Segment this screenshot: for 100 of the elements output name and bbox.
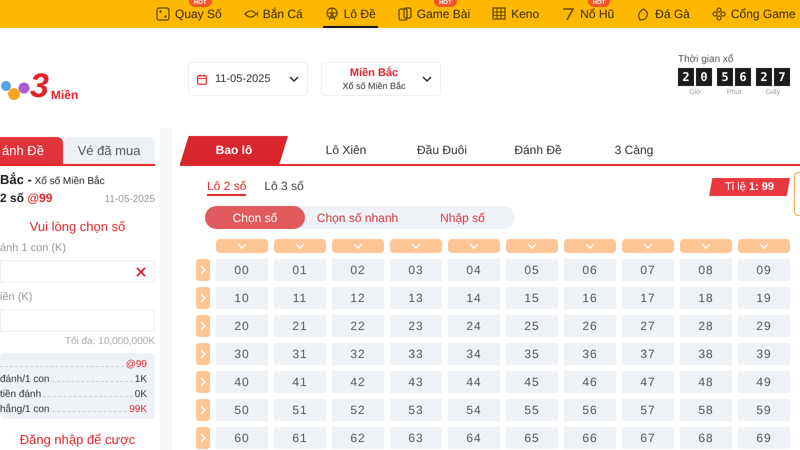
number-cell[interactable]: 09 (738, 259, 790, 281)
number-cell[interactable]: 12 (332, 287, 384, 309)
number-cell[interactable]: 18 (680, 287, 732, 309)
column-select-button[interactable] (680, 239, 732, 253)
number-cell[interactable]: 20 (216, 315, 268, 337)
number-cell[interactable]: 50 (216, 399, 268, 421)
number-cell[interactable]: 35 (506, 343, 558, 365)
number-cell[interactable]: 31 (274, 343, 326, 365)
number-cell[interactable]: 03 (390, 259, 442, 281)
game-tab[interactable]: Đánh Đề (490, 136, 586, 164)
number-cell[interactable]: 55 (506, 399, 558, 421)
number-cell[interactable]: 05 (506, 259, 558, 281)
game-tab[interactable]: Bao lô (180, 136, 288, 164)
number-cell[interactable]: 61 (274, 427, 326, 449)
nav-tab[interactable]: Đá Gà (634, 0, 692, 28)
column-select-button[interactable] (564, 239, 616, 253)
number-cell[interactable]: 48 (680, 371, 732, 393)
number-cell[interactable]: 40 (216, 371, 268, 393)
game-tab[interactable]: 3 Càng (586, 136, 682, 164)
number-cell[interactable]: 69 (738, 427, 790, 449)
clear-icon[interactable] (136, 266, 146, 276)
number-cell[interactable]: 47 (622, 371, 674, 393)
number-cell[interactable]: 57 (622, 399, 674, 421)
number-cell[interactable]: 51 (274, 399, 326, 421)
date-picker[interactable]: 11-05-2025 (188, 62, 308, 96)
number-cell[interactable]: 07 (622, 259, 674, 281)
number-cell[interactable]: 53 (390, 399, 442, 421)
number-cell[interactable]: 66 (564, 427, 616, 449)
number-cell[interactable]: 06 (564, 259, 616, 281)
number-cell[interactable]: 21 (274, 315, 326, 337)
number-cell[interactable]: 59 (738, 399, 790, 421)
number-cell[interactable]: 26 (564, 315, 616, 337)
number-cell[interactable]: 56 (564, 399, 616, 421)
row-select-button[interactable] (196, 315, 210, 337)
mode-option[interactable]: Chọn số (205, 206, 305, 229)
sub-tab[interactable]: Lô 3 số (264, 178, 304, 196)
login-link[interactable]: Đăng nhập để cược (0, 431, 155, 448)
column-select-button[interactable] (506, 239, 558, 253)
number-cell[interactable]: 46 (564, 371, 616, 393)
number-cell[interactable]: 15 (506, 287, 558, 309)
number-cell[interactable]: 24 (448, 315, 500, 337)
number-cell[interactable]: 04 (448, 259, 500, 281)
number-cell[interactable]: 01 (274, 259, 326, 281)
number-cell[interactable]: 34 (448, 343, 500, 365)
column-select-button[interactable] (332, 239, 384, 253)
row-select-button[interactable] (196, 343, 210, 365)
number-cell[interactable]: 11 (274, 287, 326, 309)
region-picker[interactable]: Miền Bắc Xổ số Miền Bắc (321, 62, 441, 96)
number-cell[interactable]: 58 (680, 399, 732, 421)
number-cell[interactable]: 27 (622, 315, 674, 337)
number-cell[interactable]: 60 (216, 427, 268, 449)
number-cell[interactable]: 25 (506, 315, 558, 337)
number-cell[interactable]: 65 (506, 427, 558, 449)
row-select-button[interactable] (196, 259, 210, 281)
mode-option[interactable]: Nhập số (410, 206, 515, 229)
number-cell[interactable]: 37 (622, 343, 674, 365)
number-cell[interactable]: 19 (738, 287, 790, 309)
number-cell[interactable]: 64 (448, 427, 500, 449)
row-select-button[interactable] (196, 427, 210, 449)
column-select-button[interactable] (622, 239, 674, 253)
number-cell[interactable]: 30 (216, 343, 268, 365)
number-cell[interactable]: 54 (448, 399, 500, 421)
number-cell[interactable]: 00 (216, 259, 268, 281)
number-cell[interactable]: 36 (564, 343, 616, 365)
number-cell[interactable]: 42 (332, 371, 384, 393)
number-cell[interactable]: 23 (390, 315, 442, 337)
number-cell[interactable]: 68 (680, 427, 732, 449)
number-cell[interactable]: 22 (332, 315, 384, 337)
mode-option[interactable]: Chọn số nhanh (305, 206, 410, 229)
slip-tab[interactable]: Vé đã mua (63, 137, 155, 164)
number-cell[interactable]: 29 (738, 315, 790, 337)
game-tab[interactable]: Đầu Đuôi (394, 136, 490, 164)
number-cell[interactable]: 14 (448, 287, 500, 309)
nav-tab[interactable]: Cổng Game (710, 0, 798, 28)
number-cell[interactable]: 62 (332, 427, 384, 449)
number-cell[interactable]: 16 (564, 287, 616, 309)
number-cell[interactable]: 10 (216, 287, 268, 309)
number-cell[interactable]: 17 (622, 287, 674, 309)
game-tab[interactable]: Lô Xiên (298, 136, 394, 164)
number-cell[interactable]: 52 (332, 399, 384, 421)
number-cell[interactable]: 38 (680, 343, 732, 365)
nav-tab[interactable]: Bắn Cá (242, 0, 305, 28)
number-cell[interactable]: 28 (680, 315, 732, 337)
number-cell[interactable]: 41 (274, 371, 326, 393)
column-select-button[interactable] (390, 239, 442, 253)
column-select-button[interactable] (216, 239, 268, 253)
column-select-button[interactable] (274, 239, 326, 253)
number-cell[interactable]: 02 (332, 259, 384, 281)
sub-tab[interactable]: Lô 2 số (207, 178, 246, 196)
number-cell[interactable]: 63 (390, 427, 442, 449)
column-select-button[interactable] (448, 239, 500, 253)
number-cell[interactable]: 45 (506, 371, 558, 393)
number-cell[interactable]: 32 (332, 343, 384, 365)
number-cell[interactable]: 67 (622, 427, 674, 449)
number-cell[interactable]: 43 (390, 371, 442, 393)
number-cell[interactable]: 33 (390, 343, 442, 365)
number-cell[interactable]: 44 (448, 371, 500, 393)
input-field[interactable] (0, 260, 155, 283)
slip-tab[interactable]: ánh Đề (0, 137, 63, 164)
number-cell[interactable]: 39 (738, 343, 790, 365)
